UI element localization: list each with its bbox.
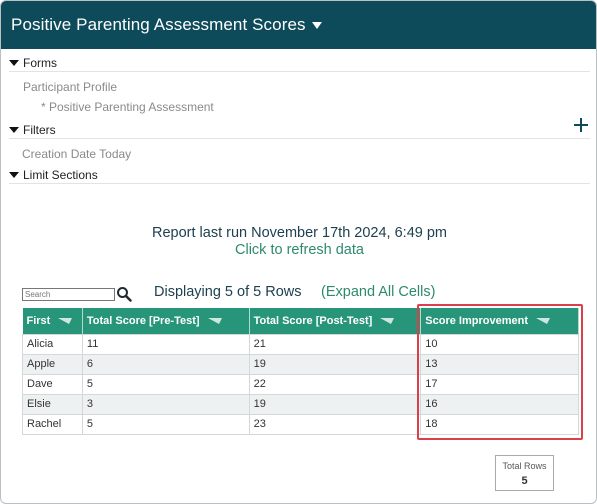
report-table: First Total Score [Pre-Test] Total Score… [22, 308, 579, 435]
report-last-run: Report last run November 17th 2024, 6:49… [152, 225, 447, 241]
cell-first: Apple [22, 353, 83, 375]
filters-label: Filters [23, 122, 56, 137]
cell-post-test: 19 [248, 393, 422, 415]
column-header-label: Total Score [Post-Test] [253, 314, 373, 327]
sort-icon [207, 317, 222, 324]
triangle-down-icon [9, 126, 19, 133]
table-row: Dave 5 22 17 [22, 373, 579, 395]
search-icon[interactable] [116, 286, 132, 302]
cell-post-test: 21 [248, 333, 422, 355]
column-header-label: First [26, 314, 51, 327]
cell-post-test: 22 [248, 373, 422, 395]
cell-pre-test: 6 [81, 353, 250, 375]
search-box [22, 286, 132, 302]
add-filter-plus-icon[interactable] [574, 118, 588, 132]
column-header-label: Score Improvement [425, 314, 528, 327]
cell-score-improvement: 18 [420, 413, 579, 435]
search-input[interactable] [22, 288, 115, 301]
table-header-row: First Total Score [Pre-Test] Total Score… [22, 308, 579, 334]
filter-item-creation-date: Creation Date Today [22, 147, 132, 161]
limit-sections-toggle[interactable]: Limit Sections [9, 166, 590, 184]
form-item-participant-profile: Participant Profile [23, 80, 118, 94]
column-header-first[interactable]: First [22, 308, 83, 334]
cell-post-test: 23 [248, 413, 422, 435]
total-rows-label: Total Rows [502, 461, 547, 471]
triangle-down-icon [9, 171, 19, 178]
table-row: Alicia 11 21 10 [22, 333, 579, 355]
report-header: Positive Parenting Assessment Scores [1, 1, 596, 49]
column-header-label: Total Score [Pre-Test] [86, 314, 200, 327]
triangle-down-icon [9, 59, 19, 66]
cell-score-improvement: 16 [420, 393, 579, 415]
cell-pre-test: 5 [81, 373, 250, 395]
cell-score-improvement: 17 [420, 373, 579, 395]
total-rows-summary: Total Rows 5 [495, 455, 554, 491]
cell-first: Rachel [22, 413, 83, 435]
cell-first: Elsie [22, 393, 83, 415]
expand-all-cells-link[interactable]: (Expand All Cells) [321, 284, 435, 300]
forms-section-toggle[interactable]: Forms [9, 54, 590, 72]
report-title: Positive Parenting Assessment Scores [11, 15, 306, 34]
cell-pre-test: 11 [81, 333, 250, 355]
sort-icon [58, 317, 73, 324]
total-rows-value: 5 [521, 475, 528, 487]
cell-pre-test: 3 [81, 393, 250, 415]
cell-score-improvement: 10 [420, 333, 579, 355]
forms-label: Forms [23, 55, 57, 70]
table-row: Rachel 5 23 18 [22, 413, 579, 435]
cell-pre-test: 5 [81, 413, 250, 435]
refresh-data-link[interactable]: Click to refresh data [1, 242, 596, 258]
caret-down-icon[interactable] [311, 21, 322, 29]
sort-icon [536, 317, 551, 324]
cell-first: Alicia [22, 333, 83, 355]
limit-sections-label: Limit Sections [23, 167, 98, 182]
cell-score-improvement: 13 [420, 353, 579, 375]
column-header-score-improvement[interactable]: Score Improvement [420, 308, 579, 334]
table-row: Apple 6 19 13 [22, 353, 579, 375]
cell-first: Dave [22, 373, 83, 395]
report-panel: Positive Parenting Assessment Scores For… [0, 0, 597, 504]
table-row: Elsie 3 19 16 [22, 393, 579, 415]
sort-icon [380, 317, 395, 324]
column-header-pre-test[interactable]: Total Score [Pre-Test] [82, 308, 250, 334]
column-header-post-test[interactable]: Total Score [Post-Test] [249, 308, 422, 334]
filters-section-toggle[interactable]: Filters [9, 121, 590, 139]
row-count-display: Displaying 5 of 5 Rows [154, 284, 302, 300]
cell-post-test: 19 [248, 353, 422, 375]
form-item-positive-parenting: * Positive Parenting Assessment [41, 100, 214, 114]
